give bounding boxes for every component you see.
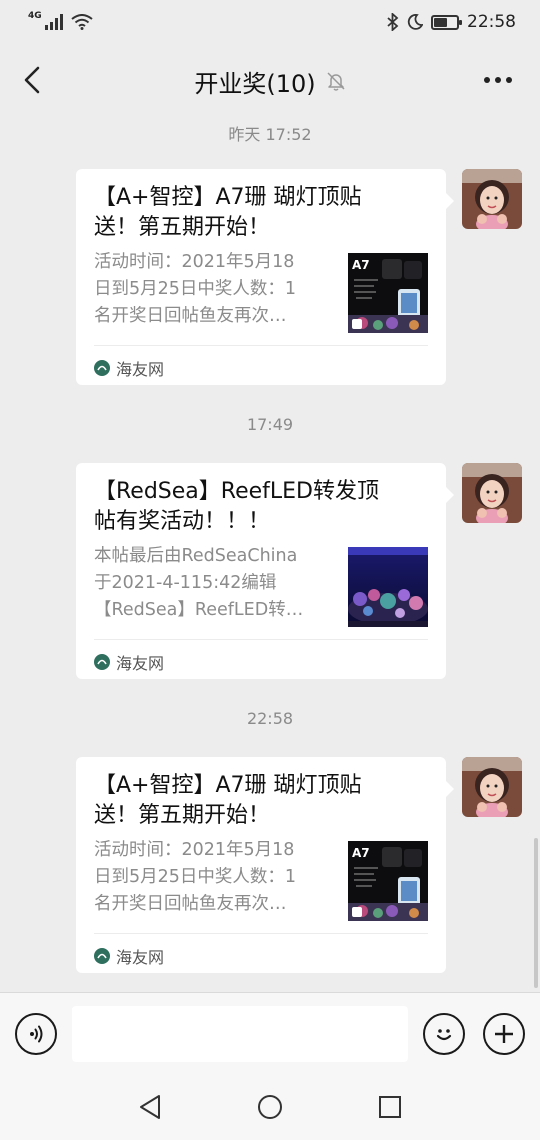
voice-input-icon [30,1025,43,1043]
message-timestamp: 17:49 [246,415,294,434]
plus-icon [495,1025,513,1043]
link-card-desc-line: 名开奖日回帖鱼友再次… [94,894,287,914]
a7-led-light-thumbnail: A7 [348,253,428,333]
chat-title: 开业奖(10) [194,69,316,98]
card-divider [94,933,428,934]
link-card-description: 活动时间：2021年5月18 日到5月25日中奖人数：1 名开奖日回帖鱼友再次… [94,837,340,918]
link-card-desc-line: 活动时间：2021年5月18 [94,252,295,272]
nav-back-button[interactable] [129,1086,171,1128]
link-card-desc-line: 日到5月25日中奖人数：1 [94,867,297,887]
message-input-bar [0,992,540,1074]
source-name: 海友网 [116,654,165,673]
circle-home-icon [258,1095,282,1119]
sender-avatar[interactable] [462,757,522,817]
link-card-desc-line: 日到5月25日中奖人数：1 [94,279,297,299]
link-card-title-line: 帖有奖活动！！！ [94,509,271,534]
reef-aquarium-thumbnail [348,547,428,627]
link-card-title-line: 送！第五期开始！ [94,803,271,828]
message-timestamp: 22:58 [246,709,294,728]
haiyou-logo-icon [94,948,110,964]
haiyou-logo-icon [94,360,110,376]
link-card-title-line: 送！第五期开始！ [94,215,271,240]
battery-level [434,17,448,27]
card-divider [94,345,428,346]
link-card-message[interactable]: 【RedSea】ReefLED转发顶 帖有奖活动！！！ 本帖最后由RedSeaC… [76,463,454,679]
link-card-source: 海友网 [94,650,164,674]
chevron-left-icon [24,66,40,94]
haiyou-logo-icon [94,654,110,670]
signal-icon [44,14,63,30]
bell-muted-icon [327,72,345,91]
link-card-title: 【RedSea】ReefLED转发顶 帖有奖活动！！！ [94,477,400,537]
emoji-button[interactable] [423,1013,465,1055]
link-card-description: 本帖最后由RedSeaChina 于2021-4-115:42编辑 【RedSe… [94,543,340,624]
status-time: 22:58 [467,12,516,32]
thumb-label: A7 [352,846,370,860]
link-card-desc-line: 【RedSea】ReefLED转… [94,600,304,620]
link-card-title: 【A+智控】A7珊 瑚灯顶贴 送！第五期开始！ [94,183,400,243]
more-functions-button[interactable] [483,1013,525,1055]
more-horizontal-icon [484,77,512,83]
network-type-label: 4G [28,11,42,21]
emoji-icon [436,1029,452,1041]
link-card-desc-line: 于2021-4-115:42编辑 [94,573,277,593]
bluetooth-icon [387,13,399,31]
link-card-description: 活动时间：2021年5月18 日到5月25日中奖人数：1 名开奖日回帖鱼友再次… [94,249,340,330]
thumb-label: A7 [352,258,370,272]
wifi-icon [71,14,93,30]
scrollbar-thumb[interactable] [534,838,538,988]
link-card-desc-line: 活动时间：2021年5月18 [94,840,295,860]
sender-avatar[interactable] [462,169,522,229]
card-divider [94,639,428,640]
link-card-source: 海友网 [94,356,164,380]
triangle-back-icon [140,1095,160,1119]
nav-home-button[interactable] [249,1086,291,1128]
link-card-title: 【A+智控】A7珊 瑚灯顶贴 送！第五期开始！ [94,771,400,831]
a7-led-light-thumbnail: A7 [348,841,428,921]
voice-input-button[interactable] [15,1013,57,1055]
link-card-message[interactable]: 【A+智控】A7珊 瑚灯顶贴 送！第五期开始！ 活动时间：2021年5月18 日… [76,757,454,973]
link-card-desc-line: 本帖最后由RedSeaChina [94,546,298,566]
message-text-input[interactable] [72,1006,408,1062]
status-bar: 4G 22:58 [0,0,540,44]
square-recent-icon [379,1096,401,1118]
status-left: 4G [28,11,93,30]
battery-icon [431,14,462,30]
system-nav-bar [0,1074,540,1140]
source-name: 海友网 [116,360,165,379]
message-timestamp: 昨天 17:52 [228,125,312,144]
link-card-title-line: 【A+智控】A7珊 瑚灯顶贴 [94,773,362,798]
nav-recent-button[interactable] [369,1086,411,1128]
link-card-title-line: 【RedSea】ReefLED转发顶 [94,479,379,504]
link-card-title-line: 【A+智控】A7珊 瑚灯顶贴 [94,185,362,210]
status-right: 22:58 [387,12,516,32]
link-card-source: 海友网 [94,944,164,968]
moon-icon [407,14,423,30]
source-name: 海友网 [116,948,165,967]
chat-title-group: 开业奖(10) [194,64,345,99]
link-card-message[interactable]: 【A+智控】A7珊 瑚灯顶贴 送！第五期开始！ 活动时间：2021年5月18 日… [76,169,454,385]
chat-header: 开业奖(10) [0,44,540,118]
sender-avatar[interactable] [462,463,522,523]
back-button[interactable] [12,58,52,102]
more-options-button[interactable] [478,60,518,100]
link-card-desc-line: 名开奖日回帖鱼友再次… [94,306,287,326]
